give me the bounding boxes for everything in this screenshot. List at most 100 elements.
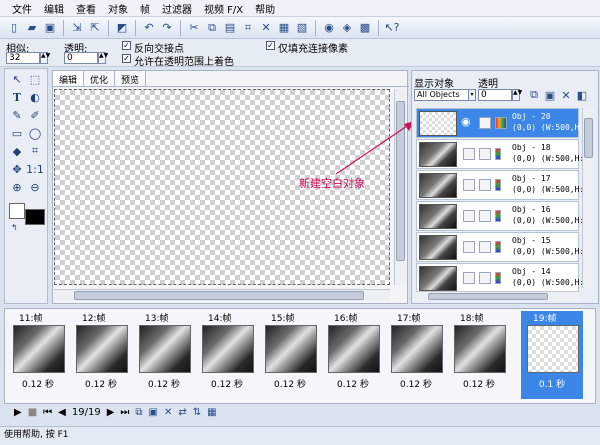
tween-icon[interactable]: ⇅ bbox=[193, 407, 201, 418]
frame-thumb[interactable]: 18:帧 0.12 秒 bbox=[448, 311, 510, 399]
tab-optimize[interactable]: 优化 bbox=[84, 71, 116, 86]
wizard-icon[interactable]: ◩ bbox=[114, 20, 130, 36]
cut-icon[interactable]: ✂ bbox=[186, 20, 202, 36]
export-icon[interactable]: ⇱ bbox=[87, 20, 103, 36]
last-frame-icon[interactable]: ⏭ bbox=[120, 407, 129, 418]
duplicate-object-icon[interactable]: ▣ bbox=[542, 87, 558, 103]
lock-toggle[interactable] bbox=[479, 179, 491, 191]
merge-object-icon[interactable]: ◧ bbox=[574, 87, 590, 103]
add-frame-icon[interactable]: ⧉ bbox=[135, 407, 142, 418]
frame-thumb[interactable]: 17:帧 0.12 秒 bbox=[385, 311, 447, 399]
eraser-icon[interactable]: ▭ bbox=[9, 125, 25, 141]
lock-toggle[interactable] bbox=[479, 241, 491, 253]
delete-frame-icon[interactable]: ✕ bbox=[164, 407, 172, 418]
frame-thumb[interactable]: 12:帧 0.12 秒 bbox=[70, 311, 132, 399]
show-objects-select[interactable]: All Objects bbox=[414, 89, 474, 101]
fill-bucket-icon[interactable]: ◆ bbox=[9, 143, 25, 159]
object-row[interactable]: Obj - 18 (0,0) (W:500,H: bbox=[416, 139, 584, 169]
menu-file[interactable]: 文件 bbox=[6, 1, 38, 16]
visibility-toggle[interactable] bbox=[463, 210, 475, 222]
play-icon[interactable]: ▶ bbox=[14, 407, 22, 418]
arrow-select-icon[interactable]: ↖ bbox=[9, 71, 25, 87]
object-row[interactable]: ◉ Obj - 20 (0,0) (W:500,H: bbox=[416, 108, 584, 138]
frame-thumb[interactable]: 13:帧 0.12 秒 bbox=[133, 311, 195, 399]
reverse-checkbox[interactable]: ✓ bbox=[122, 41, 131, 50]
menu-frame[interactable]: 帧 bbox=[134, 1, 156, 16]
visibility-toggle[interactable] bbox=[463, 241, 475, 253]
scroll-thumb[interactable] bbox=[74, 291, 364, 300]
stop-icon[interactable]: ■ bbox=[28, 407, 37, 418]
redo-icon[interactable]: ↷ bbox=[159, 20, 175, 36]
object-row[interactable]: Obj - 17 (0,0) (W:500,H: bbox=[416, 170, 584, 200]
object-row[interactable]: Obj - 14 (0,0) (W:500,H: bbox=[416, 263, 584, 293]
tab-preview[interactable]: 预览 bbox=[115, 71, 147, 86]
objects-horizontal-scrollbar[interactable] bbox=[416, 291, 580, 301]
frame-thumb[interactable]: 16:帧 0.12 秒 bbox=[322, 311, 384, 399]
open-folder-icon[interactable]: ▰ bbox=[24, 20, 40, 36]
objects-opacity-spinner[interactable]: ▲▼ bbox=[512, 89, 522, 101]
new-file-icon[interactable]: ▯ bbox=[6, 20, 22, 36]
copy-icon[interactable]: ⧉ bbox=[204, 20, 220, 36]
objects-opacity-input[interactable]: 0 bbox=[478, 89, 512, 101]
visibility-toggle[interactable] bbox=[463, 148, 475, 160]
object-row[interactable]: Obj - 16 (0,0) (W:500,H: bbox=[416, 201, 584, 231]
delete-icon[interactable]: ✕ bbox=[258, 20, 274, 36]
duplicate-frame-icon[interactable]: ▣ bbox=[149, 407, 158, 418]
first-frame-icon[interactable]: ⏮ bbox=[43, 407, 52, 418]
object-row[interactable]: Obj - 15 (0,0) (W:500,H: bbox=[416, 232, 584, 262]
optimize-icon[interactable]: ◈ bbox=[339, 20, 355, 36]
next-frame-icon[interactable]: ▶ bbox=[107, 407, 115, 418]
text-tool-icon[interactable]: T bbox=[9, 89, 25, 105]
visibility-toggle[interactable] bbox=[463, 179, 475, 191]
eye-icon[interactable]: ◉ bbox=[461, 115, 475, 129]
internet-icon[interactable]: ◉ bbox=[321, 20, 337, 36]
marquee-select-icon[interactable]: ⬚ bbox=[27, 71, 43, 87]
zoom-in-icon[interactable]: ⊕ bbox=[9, 179, 25, 195]
grid-icon[interactable]: ▦ bbox=[276, 20, 292, 36]
swap-colors-icon[interactable]: ↰ bbox=[11, 223, 18, 232]
visibility-toggle[interactable] bbox=[463, 272, 475, 284]
help-pointer-icon[interactable]: ↖? bbox=[384, 20, 400, 36]
undo-icon[interactable]: ↶ bbox=[141, 20, 157, 36]
opacity-input[interactable]: 0 bbox=[64, 52, 98, 64]
settings-icon[interactable]: ▩ bbox=[357, 20, 373, 36]
menu-edit[interactable]: 编辑 bbox=[38, 1, 70, 16]
one-to-one-icon[interactable]: 1:1 bbox=[26, 161, 44, 177]
menu-help[interactable]: 帮助 bbox=[249, 1, 281, 16]
delete-object-icon[interactable]: ✕ bbox=[558, 87, 574, 103]
foreground-color-swatch[interactable] bbox=[25, 209, 45, 225]
move-icon[interactable]: ✥ bbox=[9, 161, 25, 177]
background-color-swatch[interactable] bbox=[9, 203, 25, 219]
save-icon[interactable]: ▣ bbox=[42, 20, 58, 36]
paste-icon[interactable]: ▤ bbox=[222, 20, 238, 36]
reverse-frames-icon[interactable]: ⇄ bbox=[178, 407, 186, 418]
zoom-out-icon[interactable]: ⊖ bbox=[27, 179, 43, 195]
frame-thumb[interactable]: 11:帧 0.12 秒 bbox=[7, 311, 69, 399]
airbrush-icon[interactable]: ✐ bbox=[27, 107, 43, 123]
image-icon[interactable]: ▧ bbox=[294, 20, 310, 36]
lock-toggle[interactable] bbox=[479, 148, 491, 160]
import-icon[interactable]: ⇲ bbox=[69, 20, 85, 36]
scroll-thumb[interactable] bbox=[584, 118, 593, 158]
menu-video-fx[interactable]: 视频 F/X bbox=[198, 1, 249, 16]
objects-scrollbar[interactable] bbox=[582, 108, 594, 288]
menu-filter[interactable]: 过滤器 bbox=[156, 1, 198, 16]
crop-icon[interactable]: ⌗ bbox=[240, 20, 256, 36]
frame-properties-icon[interactable]: ▦ bbox=[207, 407, 216, 418]
lasso-icon[interactable]: ◯ bbox=[27, 125, 43, 141]
scroll-thumb[interactable] bbox=[428, 293, 548, 300]
transparent-fill-checkbox[interactable]: ✓ bbox=[122, 54, 131, 63]
crop-tool-icon[interactable]: ⌗ bbox=[27, 143, 43, 159]
new-object-icon[interactable]: ⧉ bbox=[526, 87, 542, 103]
frame-thumb[interactable]: 14:帧 0.12 秒 bbox=[196, 311, 258, 399]
lock-toggle[interactable] bbox=[479, 210, 491, 222]
tolerance-input[interactable]: 32 bbox=[6, 52, 40, 64]
tolerance-spinner[interactable]: ▲▼ bbox=[40, 52, 50, 64]
fill-connected-checkbox[interactable]: ✓ bbox=[266, 41, 275, 50]
canvas-horizontal-scrollbar[interactable] bbox=[54, 289, 390, 301]
prev-frame-icon[interactable]: ◀ bbox=[58, 407, 66, 418]
lock-toggle[interactable] bbox=[479, 117, 491, 129]
menu-view[interactable]: 查看 bbox=[70, 1, 102, 16]
show-objects-dropdown[interactable]: ▾ bbox=[468, 89, 476, 101]
menu-object[interactable]: 对象 bbox=[102, 1, 134, 16]
